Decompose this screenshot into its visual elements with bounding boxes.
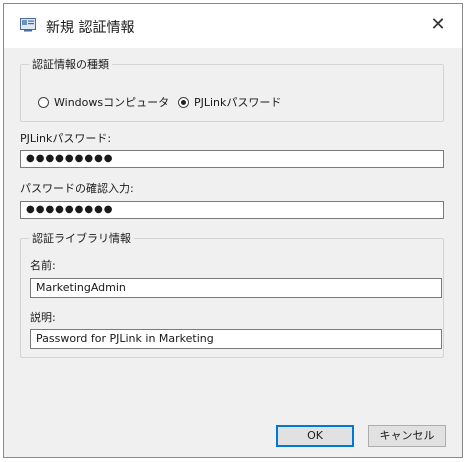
description-label: 説明:	[30, 311, 56, 324]
app-window-icon	[20, 18, 36, 32]
radio-icon	[178, 96, 189, 108]
auth-type-legend: 認証情報の種類	[32, 58, 109, 71]
description-input[interactable]: Password for PJLink in Marketing	[30, 329, 442, 349]
ok-button[interactable]: OK	[276, 425, 354, 447]
new-credential-dialog: 新規 認証情報 ✕ 認証情報の種類 Windowsコンピュータ PJLinkパス…	[3, 3, 463, 458]
pjlink-password-input[interactable]: ●●●●●●●●●	[20, 150, 444, 168]
name-input[interactable]: MarketingAdmin	[30, 278, 442, 298]
auth-type-group: 認証情報の種類	[20, 56, 444, 122]
library-info-legend: 認証ライブラリ情報	[32, 232, 131, 245]
radio-windows-computer[interactable]: Windowsコンピュータ	[38, 94, 169, 110]
dialog-title: 新規 認証情報	[46, 20, 135, 36]
pjlink-password-label: PJLinkパスワード:	[20, 132, 112, 145]
name-label: 名前:	[30, 259, 56, 272]
password-confirm-label: パスワードの確認入力:	[20, 182, 134, 195]
cancel-button[interactable]: キャンセル	[368, 425, 446, 447]
password-confirm-input[interactable]: ●●●●●●●●●	[20, 201, 444, 219]
radio-windows-label: Windowsコンピュータ	[54, 96, 170, 109]
radio-pjlink-password[interactable]: PJLinkパスワード	[178, 94, 281, 110]
radio-icon	[38, 96, 49, 108]
close-icon[interactable]: ✕	[424, 12, 452, 38]
radio-pjlink-label: PJLinkパスワード	[194, 96, 282, 109]
title-bar: 新規 認証情報 ✕	[4, 4, 462, 48]
